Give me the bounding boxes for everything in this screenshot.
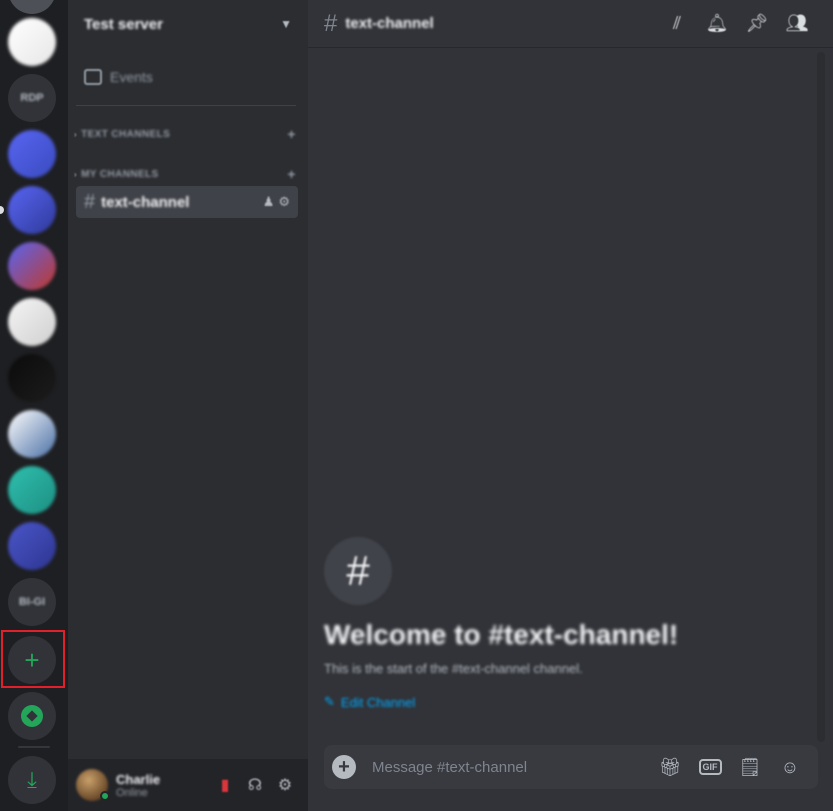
category-text-channels[interactable]: › TEXT CHANNELS + bbox=[74, 125, 296, 143]
user-info[interactable]: Charlie Online bbox=[116, 772, 210, 799]
explore-servers-button[interactable] bbox=[8, 692, 56, 740]
edit-channel-label: Edit Channel bbox=[340, 694, 416, 710]
add-channel-icon[interactable]: + bbox=[287, 166, 296, 182]
category-label: MY CHANNELS bbox=[81, 168, 159, 180]
members-icon: 👥︎ bbox=[785, 13, 809, 33]
hash-icon: # bbox=[324, 9, 338, 37]
server-icon-partial[interactable] bbox=[8, 0, 56, 14]
channel-label: text-channel bbox=[101, 193, 190, 211]
mute-button[interactable]: ▮ bbox=[210, 770, 240, 800]
server-icon[interactable] bbox=[8, 466, 56, 514]
sticker-icon: 🗒︎ bbox=[738, 756, 762, 777]
discord-app: RDP BI-GI + ⤓ Test server ▼ Events › TEXT bbox=[0, 0, 833, 811]
user-panel: Charlie Online ▮ ☊ ⚙ bbox=[68, 759, 308, 811]
sticker-button[interactable]: 🗒︎ bbox=[730, 751, 770, 783]
add-channel-icon[interactable]: + bbox=[287, 126, 296, 142]
calendar-icon bbox=[84, 69, 102, 85]
scrollbar[interactable] bbox=[817, 52, 825, 742]
threads-button[interactable]: ⫽ bbox=[657, 8, 697, 40]
notifications-button[interactable]: 🔔︎ bbox=[697, 8, 737, 40]
chevron-right-icon: › bbox=[74, 129, 78, 139]
channel-item-text-channel[interactable]: # text-channel ♟ ⚙ bbox=[76, 186, 298, 218]
edit-channel-link[interactable]: ✎ Edit Channel bbox=[324, 694, 724, 710]
highlight-box bbox=[1, 630, 65, 688]
server-rail: RDP BI-GI + ⤓ bbox=[0, 0, 68, 811]
hash-icon: # bbox=[324, 537, 392, 605]
mic-muted-icon: ▮ bbox=[220, 777, 230, 794]
pencil-icon: ✎ bbox=[324, 694, 335, 709]
category-my-channels[interactable]: › MY CHANNELS + bbox=[74, 165, 296, 183]
pin-icon: 📌︎ bbox=[745, 13, 769, 33]
events-label: Events bbox=[110, 69, 153, 85]
download-icon: ⤓ bbox=[27, 767, 37, 792]
server-icon[interactable] bbox=[8, 18, 56, 66]
compass-icon bbox=[21, 705, 43, 727]
emoji-button[interactable]: ☺ bbox=[770, 751, 810, 783]
server-icon[interactable] bbox=[8, 242, 56, 290]
server-icon[interactable] bbox=[8, 130, 56, 178]
gif-button[interactable]: GIF bbox=[690, 751, 730, 783]
message-composer: + Message #text-channel 🎁︎ GIF 🗒︎ ☺ bbox=[324, 745, 818, 789]
guild-name: Test server bbox=[84, 15, 163, 33]
server-icon[interactable]: BI-GI bbox=[8, 578, 56, 626]
welcome-title: Welcome to #text-channel! bbox=[324, 619, 679, 650]
chevron-down-icon: ▼ bbox=[280, 17, 292, 31]
hash-icon: # bbox=[84, 190, 96, 213]
server-icon[interactable] bbox=[8, 522, 56, 570]
channel-topbar: # text-channel ⫽ 🔔︎ 📌︎ 👥︎ bbox=[308, 0, 833, 48]
chevron-right-icon: › bbox=[74, 169, 78, 179]
gift-icon: 🎁︎ bbox=[658, 756, 682, 777]
download-apps-button[interactable]: ⤓ bbox=[8, 756, 56, 804]
headphones-icon: ☊ bbox=[247, 777, 263, 794]
guild-header[interactable]: Test server ▼ bbox=[68, 0, 308, 48]
channel-title: text-channel bbox=[345, 15, 434, 32]
member-list-button[interactable]: 👥︎ bbox=[777, 8, 817, 40]
category-label: TEXT CHANNELS bbox=[81, 128, 171, 140]
rail-divider bbox=[18, 746, 50, 748]
online-status-dot bbox=[100, 791, 110, 801]
bell-icon: 🔔︎ bbox=[705, 13, 729, 33]
server-initials: BI-GI bbox=[18, 596, 46, 608]
unread-indicator bbox=[0, 206, 4, 214]
pinned-button[interactable]: 📌︎ bbox=[737, 8, 777, 40]
server-icon[interactable] bbox=[8, 186, 56, 234]
threads-icon: ⫽ bbox=[672, 13, 682, 33]
gif-icon: GIF bbox=[698, 759, 722, 775]
deafen-button[interactable]: ☊ bbox=[240, 770, 270, 800]
plus-icon: + bbox=[338, 756, 350, 778]
server-icon[interactable] bbox=[8, 298, 56, 346]
emoji-icon: ☺ bbox=[780, 756, 800, 777]
channel-welcome: # Welcome to #text-channel! This is the … bbox=[324, 537, 724, 710]
user-settings-button[interactable]: ⚙ bbox=[270, 770, 300, 800]
welcome-subtitle: This is the start of the #text-channel c… bbox=[324, 661, 583, 676]
server-initials: RDP bbox=[20, 92, 44, 104]
user-status: Online bbox=[116, 786, 148, 799]
channel-sidebar: Test server ▼ Events › TEXT CHANNELS + ›… bbox=[68, 0, 308, 811]
invite-icon[interactable]: ♟ bbox=[263, 194, 275, 210]
gift-button[interactable]: 🎁︎ bbox=[650, 751, 690, 783]
server-icon[interactable]: RDP bbox=[8, 74, 56, 122]
message-input[interactable]: Message #text-channel bbox=[372, 759, 650, 776]
sidebar-divider bbox=[76, 105, 296, 106]
user-name: Charlie bbox=[116, 771, 161, 787]
server-icon[interactable] bbox=[8, 410, 56, 458]
upload-button[interactable]: + bbox=[332, 755, 356, 779]
events-item[interactable]: Events bbox=[76, 60, 298, 94]
gear-icon: ⚙ bbox=[277, 777, 293, 794]
chat-area: # text-channel ⫽ 🔔︎ 📌︎ 👥︎ # Welcome to #… bbox=[308, 0, 833, 811]
server-icon[interactable] bbox=[8, 354, 56, 402]
gear-icon[interactable]: ⚙ bbox=[278, 194, 290, 210]
